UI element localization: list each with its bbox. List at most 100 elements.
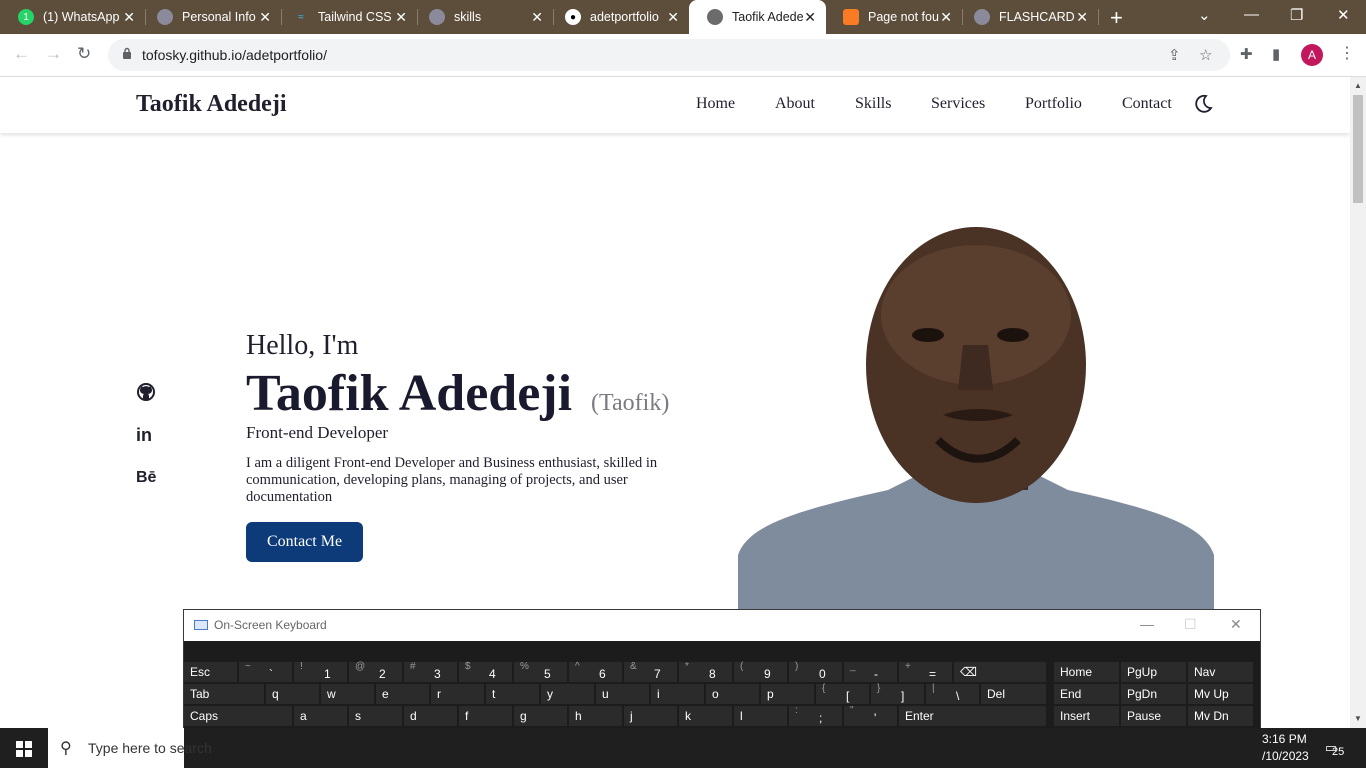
bookmark-star-icon[interactable]: ☆ — [1199, 46, 1212, 64]
close-icon[interactable]: ✕ — [259, 9, 271, 26]
minimize-icon[interactable]: — — [1244, 6, 1259, 23]
close-icon[interactable]: ✕ — [804, 9, 816, 26]
profile-avatar[interactable]: A — [1301, 44, 1323, 66]
tab-flashcard[interactable]: FLASHCARD ✕ — [956, 0, 1098, 34]
dark-mode-moon-icon[interactable] — [1193, 94, 1213, 114]
osk-key[interactable]: Insert — [1054, 706, 1119, 726]
osk-key[interactable]: :; — [789, 705, 842, 726]
osk-key[interactable]: {[ — [816, 683, 869, 704]
osk-key[interactable]: o — [706, 684, 759, 704]
nav-contact[interactable]: Contact — [1122, 95, 1172, 113]
nav-skills[interactable]: Skills — [855, 95, 891, 113]
osk-key[interactable]: i — [651, 684, 704, 704]
osk-key[interactable]: p — [761, 684, 814, 704]
side-panel-icon[interactable]: ▮ — [1272, 45, 1280, 63]
osk-key[interactable]: ~ ` — [239, 661, 292, 682]
osk-key[interactable]: j — [624, 706, 677, 726]
osk-key[interactable]: ⌫ — [954, 662, 1046, 682]
extensions-icon[interactable]: ✚ — [1240, 45, 1253, 63]
scroll-down-icon[interactable]: ▼ — [1354, 714, 1362, 723]
osk-key[interactable]: g — [514, 706, 567, 726]
nav-home[interactable]: Home — [696, 95, 735, 113]
osk-key[interactable]: Caps — [184, 706, 292, 726]
close-icon[interactable]: ✕ — [1076, 9, 1088, 26]
osk-key[interactable]: w — [321, 684, 374, 704]
close-icon[interactable]: ✕ — [123, 9, 135, 26]
close-icon[interactable]: ✕ — [940, 9, 952, 26]
osk-key[interactable]: k — [679, 706, 732, 726]
osk-key[interactable]: d — [404, 706, 457, 726]
linkedin-icon[interactable]: in — [136, 425, 152, 446]
scroll-thumb[interactable] — [1353, 95, 1363, 203]
close-icon[interactable]: ✕ — [1230, 616, 1242, 633]
maximize-icon[interactable]: ☐ — [1184, 616, 1197, 633]
tab-adetportfolio[interactable]: ● adetportfolio ✕ — [547, 0, 689, 34]
new-tab-button[interactable]: + — [1110, 5, 1123, 31]
osk-key[interactable]: Esc — [184, 662, 237, 682]
close-icon[interactable]: ✕ — [395, 9, 407, 26]
osk-key[interactable]: q — [266, 684, 319, 704]
osk-key[interactable]: #3 — [404, 661, 457, 682]
tab-skills[interactable]: skills ✕ — [411, 0, 553, 34]
contact-me-button[interactable]: Contact Me — [246, 522, 363, 562]
github-icon[interactable] — [136, 382, 156, 402]
osk-key[interactable]: u — [596, 684, 649, 704]
reload-icon[interactable]: ↻ — [77, 44, 91, 64]
osk-key[interactable]: PgDn — [1121, 684, 1186, 704]
osk-key[interactable]: h — [569, 706, 622, 726]
address-bar[interactable]: tofosky.github.io/adetportfolio/ ⇪ ☆ — [108, 39, 1230, 71]
osk-key[interactable]: y — [541, 684, 594, 704]
scroll-up-icon[interactable]: ▲ — [1354, 81, 1362, 90]
osk-key[interactable]: + = — [899, 661, 952, 682]
tab-taofik-active[interactable]: Taofik Adede ✕ — [689, 0, 826, 34]
share-icon[interactable]: ⇪ — [1168, 46, 1181, 64]
osk-key[interactable]: Home — [1054, 662, 1119, 682]
back-icon[interactable]: ← — [13, 44, 30, 64]
close-icon[interactable]: ✕ — [531, 9, 543, 26]
restore-icon[interactable]: ❐ — [1290, 6, 1303, 24]
osk-key[interactable]: $4 — [459, 661, 512, 682]
osk-key[interactable]: t — [486, 684, 539, 704]
osk-titlebar[interactable]: On-Screen Keyboard — ☐ ✕ — [184, 610, 1260, 641]
taskbar-search[interactable]: ⚲ Type here to search — [48, 728, 212, 768]
osk-key[interactable]: & 7 — [624, 661, 677, 682]
osk-key[interactable]: PgUp — [1121, 662, 1186, 682]
osk-key[interactable]: Mv Dn — [1188, 706, 1253, 726]
osk-key[interactable]: " ' — [844, 705, 897, 726]
osk-key[interactable]: * 8 — [679, 661, 732, 682]
osk-key[interactable]: }] — [871, 683, 924, 704]
osk-key[interactable]: _ - — [844, 661, 897, 682]
nav-portfolio[interactable]: Portfolio — [1025, 95, 1082, 113]
tab-whatsapp[interactable]: 1 (1) WhatsApp ✕ — [0, 0, 145, 34]
osk-key[interactable]: ) 0 — [789, 661, 842, 682]
osk-key[interactable]: Del — [981, 684, 1046, 704]
osk-key[interactable]: Tab — [184, 684, 264, 704]
windows-start-icon[interactable] — [16, 741, 32, 757]
close-icon[interactable]: ✕ — [667, 9, 679, 26]
osk-key[interactable]: Pause — [1121, 706, 1186, 726]
forward-icon[interactable]: → — [45, 44, 62, 64]
osk-key[interactable]: Enter — [899, 706, 1046, 726]
osk-key[interactable]: a — [294, 706, 347, 726]
page-scrollbar[interactable]: ▲ ▼ — [1350, 77, 1366, 728]
osk-key[interactable]: (9 — [734, 661, 787, 682]
nav-services[interactable]: Services — [931, 95, 985, 113]
menu-icon[interactable]: ⋮ — [1339, 43, 1355, 63]
osk-key[interactable]: Nav — [1188, 662, 1253, 682]
nav-about[interactable]: About — [775, 95, 815, 113]
site-brand[interactable]: Taofik Adedeji — [136, 91, 286, 118]
osk-key[interactable]: l — [734, 706, 787, 726]
minimize-icon[interactable]: — — [1140, 616, 1154, 632]
osk-key[interactable]: End — [1054, 684, 1119, 704]
osk-key[interactable]: Mv Up — [1188, 684, 1253, 704]
osk-key[interactable]: ^ 6 — [569, 661, 622, 682]
tab-page-not-found[interactable]: Page not fou ✕ — [825, 0, 962, 34]
tab-personal-info[interactable]: Personal Info ✕ — [139, 0, 281, 34]
tab-tailwind[interactable]: ≈ Tailwind CSS ✕ — [275, 0, 417, 34]
osk-key[interactable]: e — [376, 684, 429, 704]
osk-key[interactable]: ! 1 — [294, 661, 347, 682]
tab-search-icon[interactable]: ⌄ — [1198, 6, 1211, 24]
osk-key[interactable]: f — [459, 706, 512, 726]
osk-key[interactable]: @2 — [349, 661, 402, 682]
osk-key[interactable]: % 5 — [514, 661, 567, 682]
